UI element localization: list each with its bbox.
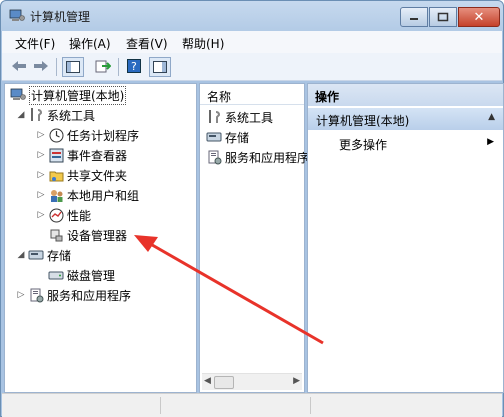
collapse-arrow-icon[interactable]: ◢ bbox=[16, 110, 26, 120]
tree-item-storage[interactable]: ◢ 存储 bbox=[16, 246, 71, 264]
services-icon bbox=[206, 149, 222, 165]
menu-view[interactable]: 查看(V) bbox=[126, 35, 168, 52]
storage-icon bbox=[206, 129, 222, 145]
help-icon: ? bbox=[127, 59, 141, 73]
menu-help[interactable]: 帮助(H) bbox=[182, 35, 224, 52]
expand-arrow-icon[interactable]: ▷ bbox=[36, 150, 46, 160]
clock-icon bbox=[48, 127, 64, 143]
maximize-button[interactable] bbox=[429, 7, 457, 27]
list-item[interactable]: 服务和应用程序 bbox=[204, 148, 309, 166]
submenu-arrow-icon: ▶ bbox=[487, 137, 494, 147]
forward-button[interactable] bbox=[31, 57, 51, 75]
more-actions-link[interactable]: 更多操作 bbox=[339, 136, 387, 153]
computer-management-icon bbox=[9, 9, 25, 21]
minimize-button[interactable] bbox=[400, 7, 428, 27]
close-button[interactable]: ✕ bbox=[458, 7, 500, 27]
services-icon bbox=[28, 287, 44, 303]
horizontal-scrollbar[interactable]: ◀ ▶ bbox=[202, 373, 302, 390]
tree-item-computer-management[interactable]: 计算机管理(本地) bbox=[8, 85, 127, 105]
disk-icon bbox=[48, 267, 64, 283]
event-viewer-icon bbox=[48, 147, 64, 163]
expand-arrow-icon[interactable]: ▷ bbox=[36, 190, 46, 200]
collapse-arrow-icon[interactable]: ◢ bbox=[16, 250, 26, 260]
menu-bar: 文件(F) 操作(A) 查看(V) 帮助(H) bbox=[2, 31, 502, 53]
console-tree-pane[interactable]: 计算机管理(本地) ◢ 系统工具 ▷ 任务计划程序 ▷ 事件查看器 ▷ 共享文件… bbox=[4, 83, 197, 393]
menu-file[interactable]: 文件(F) bbox=[15, 35, 55, 52]
export-list-button[interactable] bbox=[93, 57, 113, 75]
list-item[interactable]: 系统工具 bbox=[204, 108, 273, 126]
tree-item-services-apps[interactable]: ▷ 服务和应用程序 bbox=[16, 286, 131, 304]
expand-arrow-icon[interactable]: ▷ bbox=[36, 130, 46, 140]
forward-arrow-icon bbox=[34, 61, 48, 71]
status-bar bbox=[2, 393, 502, 417]
actions-header: 操作 bbox=[308, 84, 503, 106]
actions-section-header[interactable]: 计算机管理(本地) ▲ bbox=[308, 108, 503, 130]
minimize-icon bbox=[410, 18, 418, 20]
tree-item-performance[interactable]: ▷ 性能 bbox=[36, 206, 91, 224]
tree-item-system-tools[interactable]: ◢ 系统工具 bbox=[16, 106, 95, 124]
shared-folder-icon bbox=[48, 167, 64, 183]
svg-text:?: ? bbox=[131, 60, 137, 73]
tree-item-local-users[interactable]: ▷ 本地用户和组 bbox=[36, 186, 139, 204]
tree-item-shared-folders[interactable]: ▷ 共享文件夹 bbox=[36, 166, 127, 184]
actions-pane: 操作 计算机管理(本地) ▲ 更多操作 ▶ bbox=[307, 83, 504, 393]
back-button[interactable] bbox=[9, 57, 29, 75]
tree-item-task-scheduler[interactable]: ▷ 任务计划程序 bbox=[36, 126, 139, 144]
console-tree-icon bbox=[66, 61, 80, 73]
toolbar: ? bbox=[2, 53, 502, 81]
tools-icon bbox=[206, 109, 222, 125]
column-header-name[interactable]: 名称 bbox=[200, 84, 304, 105]
expand-arrow-icon[interactable]: ▷ bbox=[16, 290, 26, 300]
back-arrow-icon bbox=[12, 61, 26, 71]
tree-item-disk-management[interactable]: 磁盘管理 bbox=[46, 266, 115, 284]
scrollbar-thumb[interactable] bbox=[214, 376, 234, 389]
help-button[interactable]: ? bbox=[124, 57, 144, 75]
collapse-caret-icon[interactable]: ▲ bbox=[488, 112, 495, 122]
device-manager-icon bbox=[48, 227, 64, 243]
results-pane[interactable]: 名称 系统工具 存储 服务和应用程序 ◀ ▶ bbox=[199, 83, 309, 393]
computer-management-window: 计算机管理 ✕ 文件(F) 操作(A) 查看(V) 帮助(H) ? 计算机管理(… bbox=[0, 0, 504, 417]
scroll-left-icon[interactable]: ◀ bbox=[204, 376, 211, 386]
title-bar[interactable]: 计算机管理 ✕ bbox=[1, 1, 503, 31]
tree-item-device-manager[interactable]: 设备管理器 bbox=[46, 226, 127, 244]
maximize-icon bbox=[437, 12, 449, 22]
action-pane-icon bbox=[153, 61, 167, 73]
list-item[interactable]: 存储 bbox=[204, 128, 249, 146]
show-hide-tree-button[interactable] bbox=[62, 57, 84, 77]
performance-icon bbox=[48, 207, 64, 223]
storage-icon bbox=[28, 247, 44, 263]
computer-management-icon bbox=[10, 87, 26, 103]
show-hide-action-pane-button[interactable] bbox=[149, 57, 171, 77]
expand-arrow-icon[interactable]: ▷ bbox=[36, 170, 46, 180]
window-title: 计算机管理 bbox=[30, 10, 91, 24]
scroll-right-icon[interactable]: ▶ bbox=[293, 376, 300, 386]
tools-icon bbox=[28, 107, 44, 123]
tree-item-event-viewer[interactable]: ▷ 事件查看器 bbox=[36, 146, 127, 164]
menu-action[interactable]: 操作(A) bbox=[69, 35, 111, 52]
export-icon bbox=[95, 60, 111, 73]
close-icon: ✕ bbox=[473, 9, 485, 25]
users-icon bbox=[48, 187, 64, 203]
expand-arrow-icon[interactable]: ▷ bbox=[36, 210, 46, 220]
